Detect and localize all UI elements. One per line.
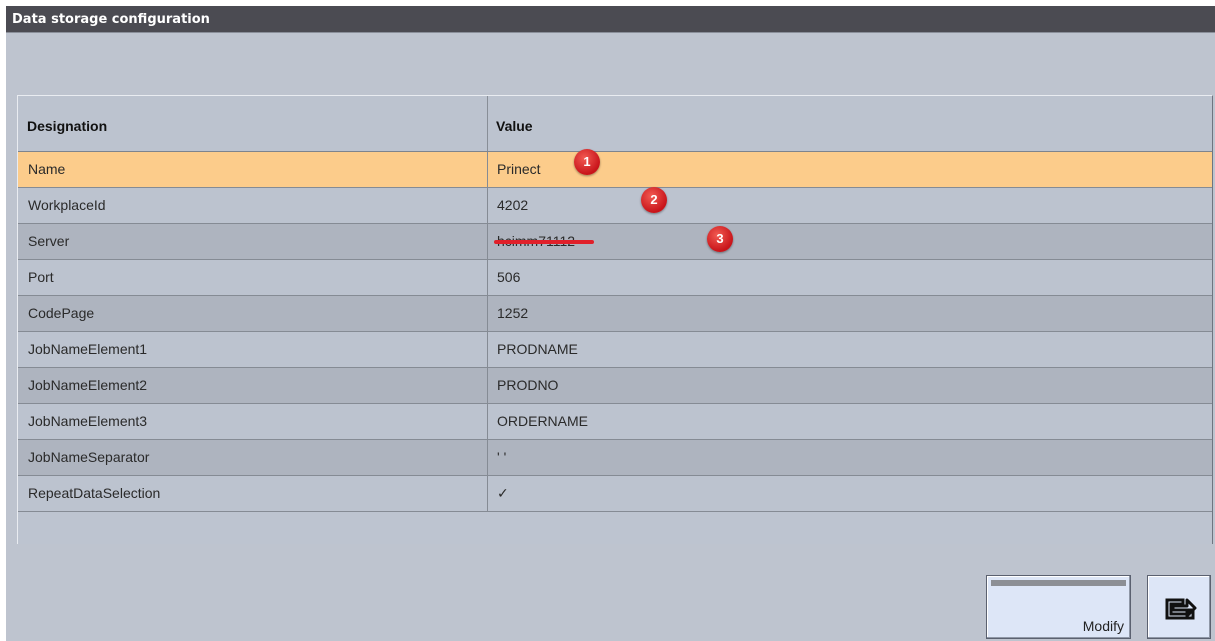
cell-divider	[487, 260, 488, 295]
table-header: Designation Value	[18, 96, 1212, 152]
table-body: Name Prinect WorkplaceId 4202 Server hci…	[18, 152, 1212, 512]
callout-badge-1: 1	[574, 149, 600, 175]
window-title: Data storage configuration	[6, 6, 1215, 33]
cell-divider	[487, 404, 488, 439]
button-status-bar	[991, 580, 1126, 586]
cell-divider	[487, 296, 488, 331]
row-designation: Name	[28, 161, 66, 177]
redaction-strike	[494, 240, 594, 244]
row-designation: JobNameSeparator	[28, 449, 150, 465]
row-value: 4202	[497, 197, 529, 213]
cell-divider	[487, 224, 488, 259]
callout-badge-3: 3	[707, 226, 733, 252]
cell-divider	[487, 332, 488, 367]
cell-divider	[487, 188, 488, 223]
table-row-jobnameelement3[interactable]: JobNameElement3 ORDERNAME	[18, 404, 1212, 440]
row-value: 1252	[497, 305, 529, 321]
header-designation: Designation	[27, 118, 108, 134]
row-designation: RepeatDataSelection	[28, 485, 161, 501]
exit-button[interactable]	[1147, 575, 1211, 639]
checkmark-icon: ✓	[497, 485, 509, 501]
row-value: PRODNAME	[497, 341, 578, 357]
cell-divider	[487, 440, 488, 475]
table-row-name[interactable]: Name Prinect	[18, 152, 1212, 188]
cell-divider	[487, 476, 488, 511]
cell-divider	[487, 368, 488, 403]
table-row-repeatdataselection[interactable]: RepeatDataSelection ✓	[18, 476, 1212, 512]
row-designation: WorkplaceId	[28, 197, 106, 213]
header-divider	[487, 96, 488, 151]
table-row-server[interactable]: Server hcimm71112	[18, 224, 1212, 260]
modify-button-label: Modify	[1082, 618, 1124, 634]
callout-badge-2: 2	[641, 187, 667, 213]
row-designation: JobNameElement1	[28, 341, 148, 357]
row-value: ' '	[497, 449, 507, 465]
table-row-codepage[interactable]: CodePage 1252	[18, 296, 1212, 332]
row-value: 506	[497, 269, 521, 285]
row-designation: CodePage	[28, 305, 95, 321]
row-designation: Server	[28, 233, 70, 249]
exit-return-icon	[1165, 598, 1197, 620]
table-row-jobnameelement2[interactable]: JobNameElement2 PRODNO	[18, 368, 1212, 404]
configuration-table: Designation Value Name Prinect Workplace…	[17, 95, 1213, 544]
row-value: ORDERNAME	[497, 413, 589, 429]
row-designation: Port	[28, 269, 54, 285]
cell-divider	[487, 152, 488, 187]
data-storage-window: Data storage configuration Designation V…	[6, 6, 1215, 641]
row-designation: JobNameElement2	[28, 377, 148, 393]
table-row-workplaceid[interactable]: WorkplaceId 4202	[18, 188, 1212, 224]
table-row-jobnameelement1[interactable]: JobNameElement1 PRODNAME	[18, 332, 1212, 368]
modify-button[interactable]: Modify	[986, 575, 1131, 639]
table-row-jobnameseparator[interactable]: JobNameSeparator ' '	[18, 440, 1212, 476]
row-value: Prinect	[497, 161, 541, 177]
row-designation: JobNameElement3	[28, 413, 148, 429]
row-value: PRODNO	[497, 377, 559, 393]
header-value: Value	[496, 118, 533, 134]
table-row-port[interactable]: Port 506	[18, 260, 1212, 296]
